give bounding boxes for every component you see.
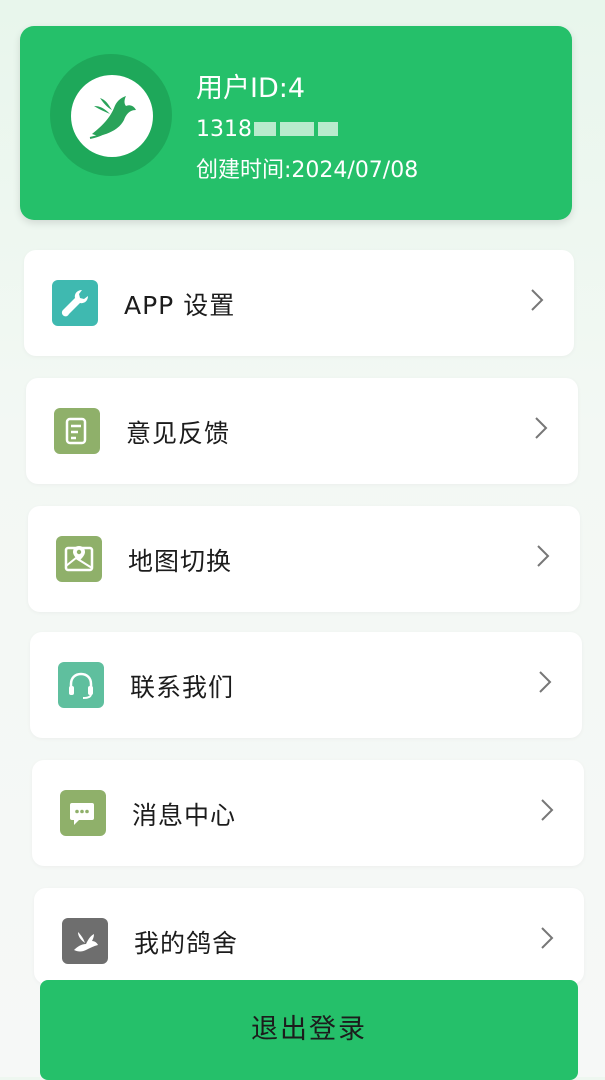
menu-label: 联系我们	[130, 673, 235, 702]
menu-item-my-loft[interactable]: 我的鸽舍	[34, 888, 584, 984]
menu-label: 意见反馈	[126, 419, 231, 448]
bird-logo-icon	[89, 96, 136, 139]
logout-label: 退出登录	[251, 1013, 367, 1045]
menu-item-message-center[interactable]: 消息中心	[32, 760, 584, 866]
map-icon	[56, 536, 102, 582]
menu-item-feedback[interactable]: 意见反馈	[26, 378, 578, 484]
menu-label: APP 设置	[124, 291, 236, 320]
pigeon-icon	[62, 918, 108, 964]
chevron-right-icon	[531, 289, 544, 311]
menu-label: 我的鸽舍	[134, 929, 239, 958]
message-icon	[60, 790, 106, 836]
chevron-right-icon	[539, 671, 552, 693]
menu-item-contact-us[interactable]: 联系我们	[30, 632, 582, 738]
logout-button[interactable]: 退出登录	[40, 980, 578, 1080]
wrench-icon	[52, 280, 98, 326]
phone-number: 1318	[196, 114, 344, 144]
menu-label: 消息中心	[132, 801, 237, 830]
user-id: 用户ID:4	[196, 73, 306, 104]
avatar[interactable]	[71, 75, 153, 157]
menu-label: 地图切换	[128, 547, 233, 576]
phone-visible-digits: 1318	[196, 116, 252, 142]
created-date: 创建时间:2024/07/08	[196, 158, 419, 183]
headset-icon	[58, 662, 104, 708]
feedback-icon	[54, 408, 100, 454]
chevron-right-icon	[537, 545, 550, 567]
menu-item-app-settings[interactable]: APP 设置	[24, 250, 574, 356]
chevron-right-icon	[541, 927, 554, 949]
chevron-right-icon	[535, 417, 548, 439]
phone-redaction-mask	[254, 118, 344, 140]
menu-item-map-switch[interactable]: 地图切换	[28, 506, 580, 612]
chevron-right-icon	[541, 799, 554, 821]
